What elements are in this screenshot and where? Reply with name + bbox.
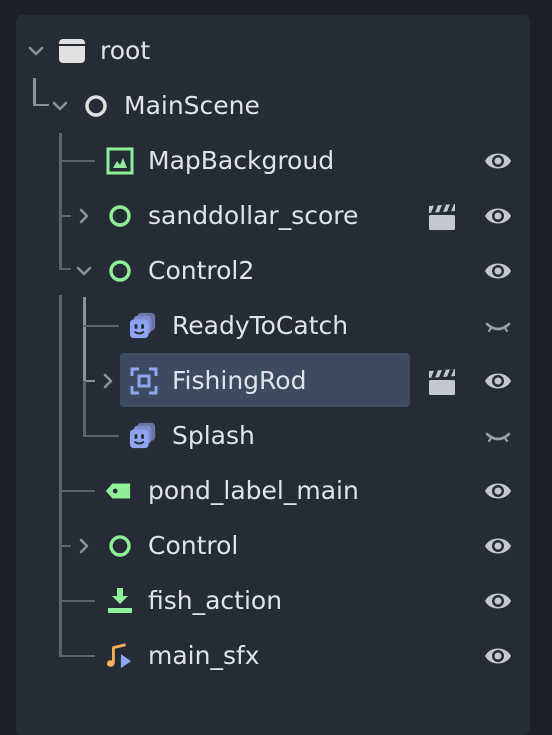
tree-item-label: Control [148, 531, 239, 560]
tree-item-label: Splash [172, 421, 255, 450]
tree-item-control[interactable]: Control [0, 519, 552, 574]
tree-item-label: sanddollar_score [148, 201, 359, 230]
open-scene-clapperboard-icon[interactable] [426, 367, 458, 397]
tree-item-label: root [100, 36, 151, 65]
eye-visible-icon[interactable] [483, 368, 513, 394]
reference-rect-icon [130, 367, 158, 395]
texture-rect-icon [106, 147, 134, 175]
tree-item-splash[interactable]: Splash [0, 409, 552, 464]
tree-item-label: ReadyToCatch [172, 311, 349, 340]
tree-item-label: FishingRod [172, 366, 307, 395]
chevron-right-icon[interactable] [99, 372, 117, 390]
control-circle-icon [109, 535, 131, 557]
tree-item-mainscene[interactable]: MainScene [0, 79, 552, 134]
chevron-down-icon[interactable] [75, 262, 93, 280]
eye-visible-icon[interactable] [483, 148, 513, 174]
audio-note-icon [106, 643, 132, 669]
download-action-icon [108, 588, 132, 613]
control-circle-icon [109, 205, 131, 227]
tree-item-label: Control2 [148, 256, 255, 285]
tree-item-label: main_sfx [148, 641, 260, 670]
tree-item-main-sfx[interactable]: main_sfx [0, 629, 552, 684]
chevron-down-icon[interactable] [27, 42, 45, 60]
animated-sprite-icon [129, 312, 156, 339]
open-scene-clapperboard-icon[interactable] [426, 202, 458, 232]
tree-item-label: pond_label_main [148, 476, 359, 505]
eye-hidden-icon[interactable] [483, 313, 513, 339]
animated-sprite-icon [129, 422, 156, 449]
tree-item-fishingrod[interactable]: FishingRod [0, 354, 552, 409]
eye-visible-icon[interactable] [483, 588, 513, 614]
eye-visible-icon[interactable] [483, 478, 513, 504]
tree-item-pond-label-main[interactable]: pond_label_main [0, 464, 552, 519]
tree-item-readytocatch[interactable]: ReadyToCatch [0, 299, 552, 354]
tree-item-fish-action[interactable]: fish_action [0, 574, 552, 629]
label-tag-icon [105, 483, 131, 499]
window-node-icon [59, 39, 85, 63]
eye-visible-icon[interactable] [483, 203, 513, 229]
node-circle-icon [85, 95, 107, 117]
eye-visible-icon[interactable] [483, 643, 513, 669]
tree-item-mapbackgroud[interactable]: MapBackgroud [0, 134, 552, 189]
tree-item-label: MapBackgroud [148, 146, 335, 175]
tree-item-label: fish_action [148, 586, 283, 615]
tree-item-control2[interactable]: Control2 [0, 244, 552, 299]
control-circle-icon [109, 260, 131, 282]
tree-item-label: MainScene [124, 91, 260, 120]
tree-item-sanddollar-score[interactable]: sanddollar_score [0, 189, 552, 244]
chevron-down-icon[interactable] [51, 97, 69, 115]
tree-item-root[interactable]: root [0, 24, 552, 79]
chevron-right-icon[interactable] [75, 537, 93, 555]
chevron-right-icon[interactable] [75, 207, 93, 225]
eye-visible-icon[interactable] [483, 533, 513, 559]
eye-hidden-icon[interactable] [483, 423, 513, 449]
eye-visible-icon[interactable] [483, 258, 513, 284]
